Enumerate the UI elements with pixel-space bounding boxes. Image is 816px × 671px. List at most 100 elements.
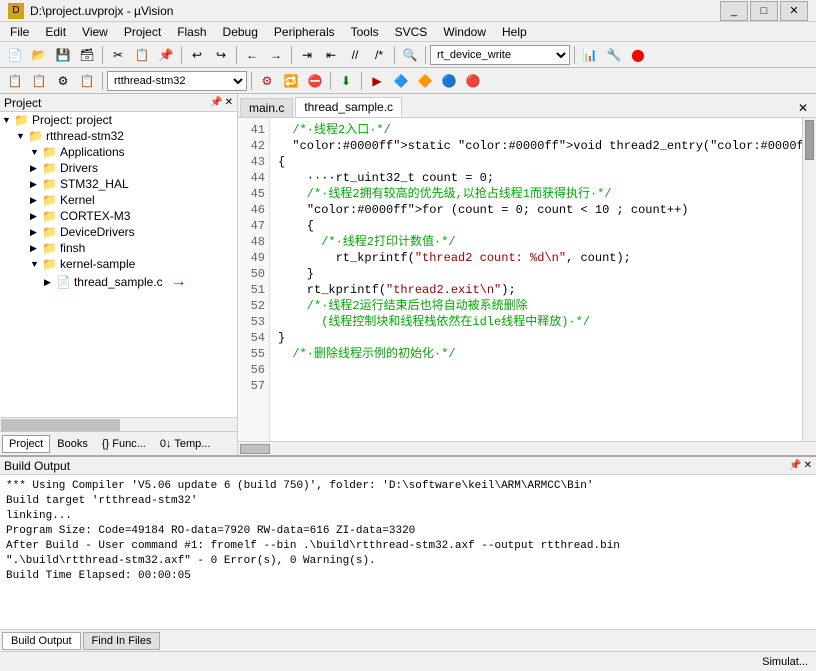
menu-item-svcs[interactable]: SVCS	[387, 23, 436, 41]
build-button[interactable]: ⚙	[256, 70, 278, 92]
project-panel: Project 📌 ✕ ▼📁Project: project▼📁rtthread…	[0, 94, 238, 455]
minimize-button[interactable]: _	[720, 1, 748, 21]
menu-item-help[interactable]: Help	[494, 23, 535, 41]
tree-icon-5: 📁	[42, 193, 57, 207]
menu-item-edit[interactable]: Edit	[37, 23, 74, 41]
build-output-content[interactable]: *** Using Compiler 'V5.06 update 6 (buil…	[0, 475, 816, 629]
editor-hscroll[interactable]	[238, 441, 816, 455]
build-output-pin-icon[interactable]: 📌	[789, 460, 801, 471]
tree-toggle-3: ▶	[30, 163, 40, 174]
copy-button[interactable]: 📋	[131, 44, 153, 66]
status-bar: Simulat...	[0, 651, 816, 671]
comment-button[interactable]: //	[344, 44, 366, 66]
editor-content[interactable]: 4142434445464748495051525354555657 /*·线程…	[238, 118, 816, 441]
tree-toggle-7: ▶	[30, 227, 40, 238]
menu-item-peripherals[interactable]: Peripherals	[266, 23, 343, 41]
tree-item-7[interactable]: ▶📁DeviceDrivers	[0, 224, 237, 240]
editor-area: main.cthread_sample.c ✕ 41424344454647484…	[238, 94, 816, 455]
tree-item-0[interactable]: ▼📁Project: project	[0, 112, 237, 128]
project-tabs: ProjectBooks{} Func...0↓ Temp...	[0, 431, 237, 455]
tree-item-4[interactable]: ▶📁STM32_HAL	[0, 176, 237, 192]
new-button[interactable]: 📄	[4, 44, 26, 66]
project-close-icon[interactable]: ✕	[225, 97, 233, 108]
save-button[interactable]: 💾	[52, 44, 74, 66]
build-line-5: ".\build\rtthread-stm32.axf" - 0 Error(s…	[6, 554, 810, 569]
build-tab-0[interactable]: Build Output	[2, 632, 81, 650]
close-button[interactable]: ✕	[780, 1, 808, 21]
tb2-extra2[interactable]: 🔶	[414, 70, 436, 92]
tree-toggle-8: ▶	[30, 243, 40, 254]
menu-item-window[interactable]: Window	[435, 23, 494, 41]
redo-button[interactable]: ↪	[210, 44, 232, 66]
menu-item-tools[interactable]: Tools	[343, 23, 387, 41]
code-line-43: {	[278, 154, 816, 170]
build-output-title: Build Output	[4, 459, 70, 473]
tb2-extra3[interactable]: 🔵	[438, 70, 460, 92]
tree-label-3: Drivers	[60, 161, 98, 175]
debug-button[interactable]: ▶	[366, 70, 388, 92]
download-button[interactable]: ⬇	[335, 70, 357, 92]
tree-item-10[interactable]: ▶📄thread_sample.c→	[0, 272, 237, 292]
tree-label-6: CORTEX-M3	[60, 209, 130, 223]
menu-item-flash[interactable]: Flash	[169, 23, 214, 41]
editor-vscroll[interactable]	[802, 118, 816, 441]
toolbar2-b1[interactable]: 📋	[4, 70, 26, 92]
build-output-close-icon[interactable]: ✕	[804, 460, 812, 471]
tree-icon-1: 📁	[28, 129, 43, 143]
rebuild-button[interactable]: 🔁	[280, 70, 302, 92]
tree-item-8[interactable]: ▶📁finsh	[0, 240, 237, 256]
tree-icon-4: 📁	[42, 177, 57, 191]
tree-toggle-2: ▼	[30, 147, 40, 157]
menu-item-file[interactable]: File	[2, 23, 37, 41]
line-number-57: 57	[242, 378, 265, 394]
code-lines: /*·线程2入口·*/ "color:#0000ff">static "colo…	[270, 118, 816, 441]
save-all-button[interactable]: 🗃	[76, 44, 98, 66]
uncomment-button[interactable]: /*	[368, 44, 390, 66]
tree-item-5[interactable]: ▶📁Kernel	[0, 192, 237, 208]
tb-extra2[interactable]: 🔧	[603, 44, 625, 66]
project-tab-1[interactable]: Books	[50, 435, 95, 453]
toolbar-sep4	[291, 46, 292, 64]
stop-build-button[interactable]: ⛔	[304, 70, 326, 92]
tree-item-6[interactable]: ▶📁CORTEX-M3	[0, 208, 237, 224]
indent-button[interactable]: ⇥	[296, 44, 318, 66]
menu-item-project[interactable]: Project	[116, 23, 169, 41]
tb2-extra4[interactable]: 🔴	[462, 70, 484, 92]
tb2-extra1[interactable]: 🔷	[390, 70, 412, 92]
cut-button[interactable]: ✂	[107, 44, 129, 66]
maximize-button[interactable]: □	[750, 1, 778, 21]
toolbar2-b3[interactable]: ⚙	[52, 70, 74, 92]
menu-item-debug[interactable]: Debug	[215, 23, 266, 41]
toolbar2-b4[interactable]: 📋	[76, 70, 98, 92]
project-tab-2[interactable]: {} Func...	[95, 435, 153, 453]
nav-back-button[interactable]: ←	[241, 44, 263, 66]
nav-fwd-button[interactable]: →	[265, 44, 287, 66]
toolbar2-b2[interactable]: 📋	[28, 70, 50, 92]
menu-item-view[interactable]: View	[74, 23, 116, 41]
tree-item-9[interactable]: ▼📁kernel-sample	[0, 256, 237, 272]
tree-item-1[interactable]: ▼📁rtthread-stm32	[0, 128, 237, 144]
project-tab-3[interactable]: 0↓ Temp...	[153, 435, 218, 453]
project-hscroll[interactable]	[0, 417, 237, 431]
editor-tab-0[interactable]: main.c	[240, 98, 293, 117]
menu-bar: FileEditViewProjectFlashDebugPeripherals…	[0, 22, 816, 42]
tb-extra3[interactable]: ⬤	[627, 44, 649, 66]
tb-extra1[interactable]: 📊	[579, 44, 601, 66]
tree-item-3[interactable]: ▶📁Drivers	[0, 160, 237, 176]
function-combo[interactable]: rt_device_write	[430, 45, 570, 65]
tree-icon-7: 📁	[42, 225, 57, 239]
unindent-button[interactable]: ⇤	[320, 44, 342, 66]
undo-button[interactable]: ↩	[186, 44, 208, 66]
open-button[interactable]: 📂	[28, 44, 50, 66]
find-button[interactable]: 🔍	[399, 44, 421, 66]
build-output-header-icons: 📌 ✕	[789, 460, 812, 471]
build-tab-1[interactable]: Find In Files	[83, 632, 161, 650]
tree-toggle-5: ▶	[30, 195, 40, 206]
project-pin-icon[interactable]: 📌	[210, 97, 222, 108]
paste-button[interactable]: 📌	[155, 44, 177, 66]
project-tab-0[interactable]: Project	[2, 435, 50, 453]
tree-item-2[interactable]: ▼📁Applications	[0, 144, 237, 160]
editor-close-button[interactable]: ✕	[792, 99, 814, 117]
editor-tab-1[interactable]: thread_sample.c	[295, 97, 402, 117]
target-combo[interactable]: rtthread-stm32	[107, 71, 247, 91]
